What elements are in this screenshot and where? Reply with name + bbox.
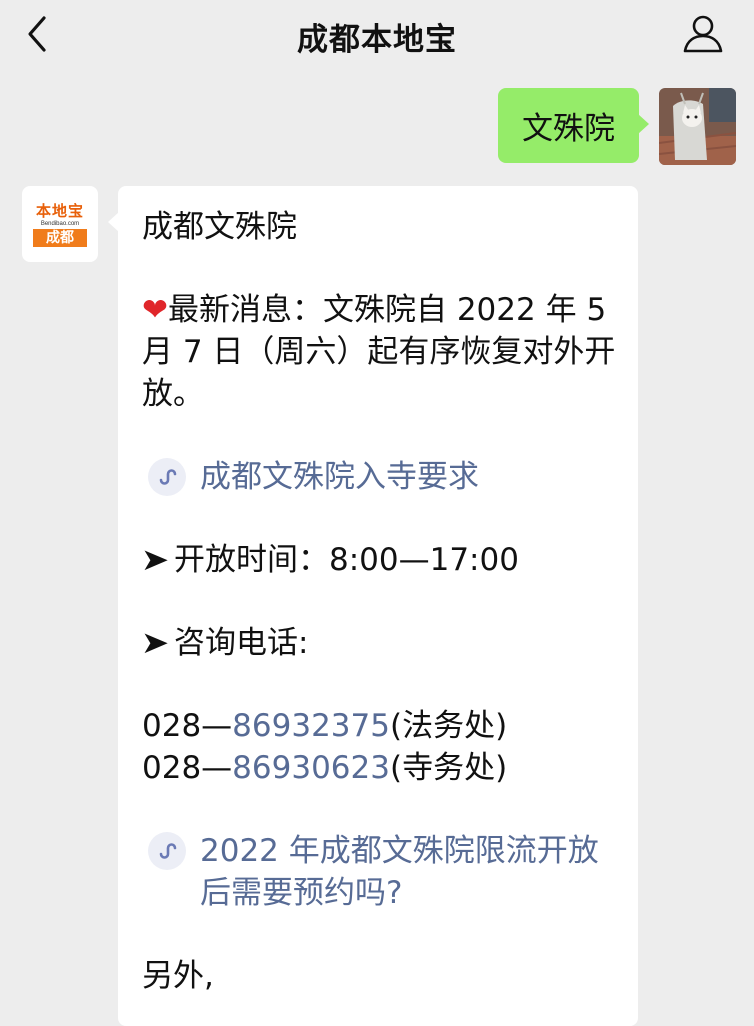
arrow-icon: ➤ bbox=[140, 542, 170, 578]
user-message-bubble[interactable]: 文殊院 bbox=[498, 88, 649, 163]
top-nav-bar: 成都本地宝 bbox=[0, 0, 754, 70]
official-account-avatar[interactable]: 本地宝 Bendibao.com 成都 bbox=[22, 186, 98, 262]
phone-line: 028—86932375(法务处) bbox=[142, 705, 618, 747]
profile-icon[interactable] bbox=[682, 13, 724, 55]
avatar-site-text: Bendibao.com bbox=[40, 220, 80, 227]
bot-message-bubble: 成都文殊院 ❤最新消息：文殊院自 2022 年 5 月 7 日（周六）起有序恢复… bbox=[108, 186, 638, 1026]
news-text: 最新消息：文殊院自 2022 年 5 月 7 日（周六）起有序恢复对外开放。 bbox=[142, 292, 616, 412]
mini-program-link-2[interactable]: 2022 年成都文殊院限流开放后需要预约吗? bbox=[142, 830, 618, 914]
arrow-icon: ➤ bbox=[140, 625, 170, 661]
phone-prefix: 028— bbox=[142, 708, 233, 744]
message-title: 成都文殊院 bbox=[142, 209, 297, 245]
phone-heading-text: 咨询电话: bbox=[173, 625, 309, 661]
phone-line: 028—86930623(寺务处) bbox=[142, 747, 618, 789]
news-paragraph: ❤最新消息：文殊院自 2022 年 5 月 7 日（周六）起有序恢复对外开放。 bbox=[142, 289, 618, 415]
avatar-city-text: 成都 bbox=[33, 228, 87, 247]
link-text-2[interactable]: 2022 年成都文殊院限流开放后需要预约吗? bbox=[200, 830, 618, 914]
phone-number-link[interactable]: 86932375 bbox=[232, 708, 390, 744]
page-title: 成都本地宝 bbox=[297, 22, 457, 58]
link-text-1[interactable]: 成都文殊院入寺要求 bbox=[200, 456, 479, 498]
user-message-text: 文殊院 bbox=[522, 111, 615, 147]
opening-hours-text: 开放时间：8:00—17:00 bbox=[173, 542, 519, 578]
phone-prefix: 028— bbox=[142, 750, 233, 786]
mini-program-link-1[interactable]: 成都文殊院入寺要求 bbox=[142, 456, 618, 498]
opening-hours: ➤ 开放时间：8:00—17:00 bbox=[140, 539, 618, 581]
phone-number-link[interactable]: 86930623 bbox=[232, 750, 390, 786]
tail-text: 另外, bbox=[142, 958, 214, 994]
phone-heading: ➤ 咨询电话: bbox=[140, 622, 618, 664]
user-avatar[interactable] bbox=[659, 88, 736, 165]
mini-program-icon bbox=[148, 832, 186, 870]
phone-note: (法务处) bbox=[389, 708, 508, 744]
heart-icon: ❤ bbox=[142, 292, 168, 328]
mini-program-icon bbox=[148, 458, 186, 496]
user-message-row: 文殊院 bbox=[498, 88, 736, 165]
phone-note: (寺务处) bbox=[389, 750, 508, 786]
avatar-brand-text: 本地宝 bbox=[35, 201, 84, 220]
